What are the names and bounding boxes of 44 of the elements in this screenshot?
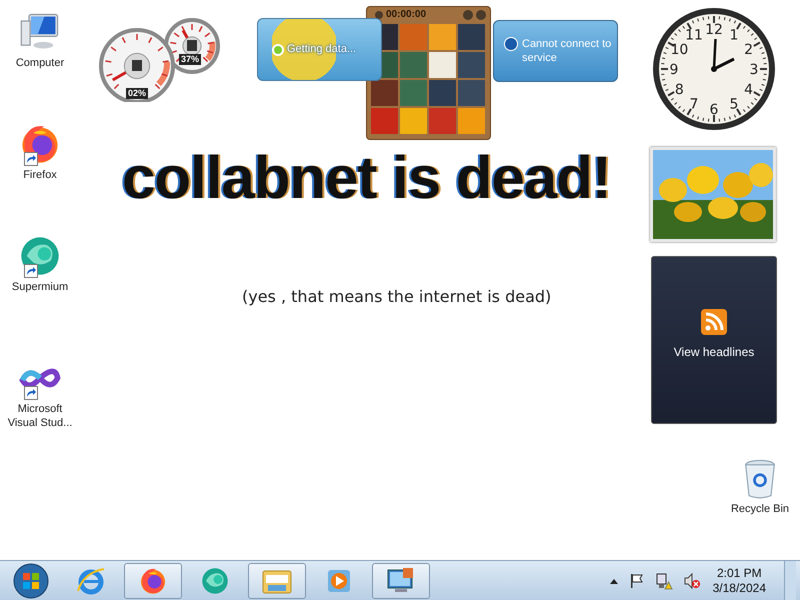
back-icon[interactable] — [375, 11, 383, 19]
view-headlines-link[interactable]: View headlines — [674, 343, 754, 361]
desktop-icon-label[interactable]: Computer — [3, 56, 77, 70]
clock-numeral: 7 — [690, 96, 698, 113]
shortcut-arrow-icon — [24, 264, 38, 278]
desktop-icon-label[interactable]: Firefox — [3, 168, 77, 182]
clock-numeral: 4 — [744, 82, 754, 98]
shuffle-icon[interactable] — [476, 10, 486, 20]
clock-numeral: 12 — [705, 22, 723, 38]
network-warning-icon[interactable] — [654, 572, 673, 590]
clock-hands — [711, 38, 735, 72]
clock-time[interactable]: 2:01 PM — [716, 566, 762, 580]
desktop-icon-label[interactable]: Supermium — [3, 280, 77, 294]
taskbar-button[interactable] — [124, 562, 182, 598]
chevron-up-icon[interactable] — [608, 576, 619, 584]
clock-numeral: 5 — [730, 96, 738, 113]
shortcut-arrow-icon — [24, 386, 38, 400]
flag-icon[interactable] — [628, 572, 645, 588]
help-icon[interactable] — [463, 10, 473, 20]
clock-numeral: 1 — [730, 27, 738, 44]
show-desktop-button[interactable] — [784, 560, 796, 600]
wallpaper-headline: collabnet is dead! — [122, 143, 611, 213]
cpu-reading: 02% — [126, 88, 148, 99]
clock-numeral: 8 — [674, 82, 684, 98]
clock-numeral: 11 — [685, 27, 703, 44]
desktop-icon-label[interactable]: Recycle Bin — [723, 502, 797, 516]
memory-reading: 37% — [179, 54, 202, 65]
clock-numeral: 2 — [744, 42, 754, 58]
wallpaper-subtitle: (yes , that means the internet is dead) — [242, 286, 552, 308]
desktop-icon-label[interactable]: Microsoft Visual Stud... — [3, 402, 77, 430]
rss-icon — [701, 309, 727, 335]
info-icon — [504, 37, 518, 51]
clock-date[interactable]: 3/18/2024 — [712, 580, 766, 596]
windows-orb-icon — [12, 562, 50, 600]
clock-numeral: 9 — [670, 62, 678, 78]
supermium-icon — [200, 566, 230, 596]
stocks-message: Cannot connect to service — [522, 37, 612, 65]
shortcut-arrow-icon — [24, 152, 38, 166]
clock-numeral: 3 — [750, 62, 758, 78]
taskbar-button[interactable] — [372, 562, 430, 598]
volume-muted-icon[interactable] — [682, 572, 701, 590]
clock-numeral: 10 — [670, 42, 688, 58]
puzzle-timer: 00:00:00 — [386, 9, 426, 21]
clock-numeral: 6 — [710, 102, 718, 118]
